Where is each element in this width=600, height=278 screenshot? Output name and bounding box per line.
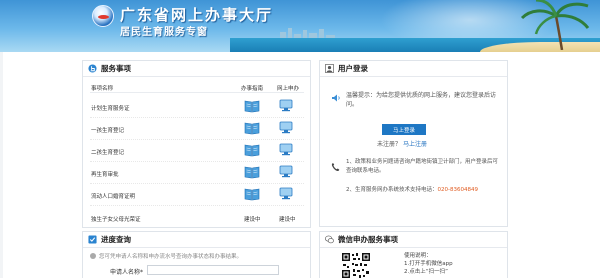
services-panel-header: 服务事项	[83, 61, 310, 77]
service-name: 二孩生育登记	[91, 150, 125, 156]
online-apply-computer-icon[interactable]	[279, 121, 293, 134]
guide-book-icon[interactable]	[244, 121, 260, 135]
info-icon	[90, 253, 96, 259]
guide-book-icon[interactable]	[244, 165, 260, 179]
header-banner: 广东省网上办事大厅 居民生育服务专窗	[0, 0, 600, 52]
table-row: 计划生育服务证	[90, 96, 304, 118]
col-header-guide: 办事指南	[241, 86, 264, 92]
table-row: 独生子女父母光荣证 建设中 建设中	[90, 206, 304, 226]
login-title: 用户登录	[338, 64, 368, 73]
wechat-icon	[325, 235, 334, 244]
service-name: 计划生育服务证	[91, 106, 130, 112]
progress-panel-header: 进度查询	[83, 232, 310, 248]
instructions-step-1: 1.打开手机微信app	[404, 261, 453, 267]
services-table-header: 事项名称 办事指南 网上申办	[90, 83, 304, 93]
notice-support-phone: 2、生育服务网办系统技术支持电话：020-83604849	[346, 185, 504, 193]
online-apply-computer-icon[interactable]	[279, 99, 293, 112]
login-button[interactable]: 马上登录	[382, 124, 426, 135]
service-name: 再生育审批	[91, 172, 119, 178]
progress-icon	[88, 235, 97, 244]
left-edge-strip	[0, 52, 3, 278]
login-panel-header: 用户登录	[320, 61, 507, 77]
site-subtitle: 居民生育服务专窗	[120, 27, 208, 38]
user-icon	[325, 64, 334, 73]
online-apply-computer-icon[interactable]	[279, 165, 293, 178]
progress-hint: 您可凭申请人名称和申办流水号查询办事状态和办事结果。	[90, 252, 242, 260]
col-header-apply: 网上申办	[277, 86, 300, 92]
service-name: 流动人口婚育证明	[91, 194, 136, 200]
register-link[interactable]: 马上注册	[403, 141, 427, 148]
hand-pointer-icon	[88, 64, 97, 73]
table-row: 流动人口婚育证明	[90, 184, 304, 206]
online-apply-computer-icon[interactable]	[279, 143, 293, 156]
wechat-title: 微信申办服务事项	[338, 235, 398, 244]
wechat-panel-header: 微信申办服务事项	[320, 232, 507, 248]
guide-book-icon[interactable]	[244, 187, 260, 201]
apply-status: 建设中	[279, 217, 296, 223]
online-apply-computer-icon[interactable]	[279, 187, 293, 200]
table-row: 二孩生育登记	[90, 140, 304, 162]
support-phone-label: 2、生育服务网办系统技术支持电话：	[346, 187, 438, 193]
applicant-name-input[interactable]	[147, 265, 279, 275]
speaker-icon	[332, 94, 340, 102]
guide-book-icon[interactable]	[244, 143, 260, 157]
col-header-name: 事项名称	[91, 86, 114, 92]
table-row: 再生育审批	[90, 162, 304, 184]
login-tip: 温馨提示：为给您提供优质的网上服务，建议您登录后访问。	[346, 92, 497, 108]
instructions-title: 使用说明：	[404, 253, 432, 259]
guide-status: 建设中	[244, 217, 261, 223]
register-prefix: 未注册？	[377, 141, 402, 148]
table-row: 一孩生育登记	[90, 118, 304, 140]
progress-title: 进度查询	[101, 235, 131, 244]
wechat-instructions: 使用说明： 1.打开手机微信app 2.点击上“扫一扫”	[404, 252, 453, 276]
guide-book-icon[interactable]	[244, 99, 260, 113]
applicant-name-label: 申请人名称*	[110, 269, 144, 276]
site-title: 广东省网上办事大厅	[120, 6, 274, 24]
notice-policy: 1、政策和业务问题请咨询户籍地街镇卫计部门，用户登录后可查询联系电话。	[346, 159, 499, 174]
instructions-step-2: 2.点击上“扫一扫”	[404, 269, 448, 275]
progress-hint-text: 您可凭申请人名称和申办流水号查询办事状态和办事结果。	[99, 254, 243, 260]
wechat-qr-code	[341, 252, 371, 278]
wechat-service-panel: 微信申办服务事项 使用说明： 1.打开手机微信app 2.点击上“扫一扫”	[319, 231, 508, 278]
service-name[interactable]: 独生子女父母光荣证	[91, 215, 141, 223]
register-line: 未注册？ 马上注册	[377, 139, 427, 148]
government-logo	[92, 5, 114, 27]
palm-tree-illustration	[520, 0, 590, 50]
phone-icon	[331, 163, 340, 172]
support-phone-number: 020-83604849	[437, 187, 478, 193]
login-panel: 用户登录 温馨提示：为给您提供优质的网上服务，建议您登录后访问。 马上登录 未注…	[319, 60, 508, 227]
service-name: 一孩生育登记	[91, 128, 125, 134]
progress-query-panel: 进度查询 您可凭申请人名称和申办流水号查询办事状态和办事结果。 申请人名称*	[82, 231, 311, 278]
services-panel: 服务事项 事项名称 办事指南 网上申办 计划生育服务证 一孩生育登记 二孩生育登…	[82, 60, 311, 228]
services-title: 服务事项	[101, 64, 131, 73]
